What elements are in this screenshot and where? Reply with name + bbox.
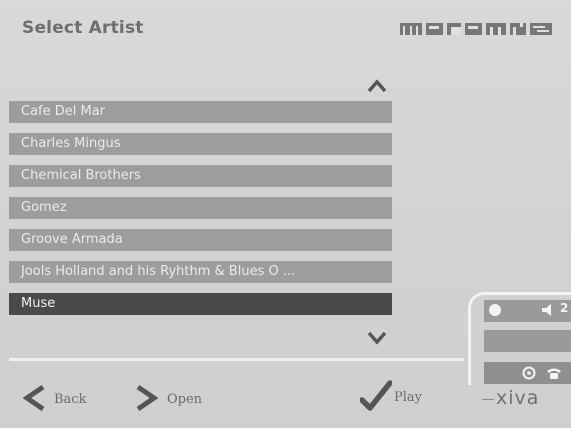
xiva-logo: xiva — [496, 387, 540, 409]
checkmark-icon — [360, 380, 392, 411]
open-arrow-icon — [136, 384, 159, 412]
list-item[interactable]: Gomez — [9, 197, 392, 219]
list-item[interactable]: Cafe Del Mar — [9, 101, 392, 123]
scroll-up-icon[interactable] — [366, 78, 388, 94]
list-item[interactable]: Groove Armada — [9, 229, 392, 251]
page-title: Select Artist — [22, 18, 144, 38]
status-row-blank — [484, 330, 571, 352]
list-item[interactable]: Charles Mingus — [9, 133, 392, 155]
divider — [9, 358, 464, 361]
record-dot-icon — [489, 304, 501, 316]
back-button[interactable]: Back — [22, 382, 112, 416]
play-button[interactable]: Play — [360, 380, 440, 414]
back-arrow-icon — [22, 384, 45, 412]
list-item-selected[interactable]: Muse — [9, 293, 392, 315]
volume-level: 2 — [560, 301, 569, 315]
brand-text: marantz — [398, 20, 403, 21]
settings-gear-icon[interactable] — [522, 366, 536, 380]
xiva-dash — [482, 399, 494, 400]
scroll-down-icon[interactable] — [366, 330, 388, 346]
phone-icon[interactable] — [546, 366, 562, 380]
open-label: Open — [167, 392, 203, 407]
back-label: Back — [54, 392, 87, 407]
list-item[interactable]: Chemical Brothers — [9, 165, 392, 187]
play-label: Play — [394, 390, 422, 405]
volume-speaker-icon[interactable] — [540, 303, 556, 317]
list-item[interactable]: Jools Holland and his Ryhthm & Blues O .… — [9, 261, 392, 283]
brand-logo — [400, 23, 552, 35]
open-button[interactable]: Open — [135, 382, 225, 416]
artist-list: Cafe Del Mar Charles Mingus Chemical Bro… — [9, 101, 392, 325]
screen: Select Artist marantz Cafe Del Mar Charl… — [0, 0, 571, 428]
